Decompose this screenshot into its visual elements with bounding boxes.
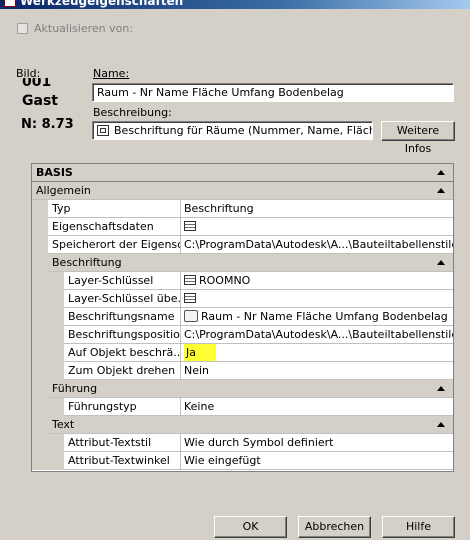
property-grid: BASIS Allgemein Typ Beschriftung Eigensc… — [31, 163, 454, 472]
table-icon[interactable] — [184, 221, 196, 231]
name-label: Name: — [93, 67, 130, 80]
name-input[interactable]: Raum - Nr Name Fläche Umfang Bodenbelag — [92, 83, 454, 102]
title-bar[interactable]: Werkzeugeigenschaften — [0, 0, 470, 9]
collapse-arrow-icon[interactable] — [437, 260, 445, 265]
basis-header-label: BASIS — [36, 166, 73, 179]
collapse-arrow-icon[interactable] — [437, 188, 445, 193]
cancel-button[interactable]: Abbrechen — [298, 516, 371, 538]
ok-button[interactable]: OK — [214, 516, 287, 538]
basis-header[interactable]: BASIS — [32, 164, 453, 182]
preview-area: N: 8.73 — [21, 117, 74, 132]
update-checkbox[interactable] — [17, 23, 28, 34]
category-beschriftung[interactable]: Beschriftung — [32, 254, 453, 272]
window-title: Werkzeugeigenschaften — [20, 0, 184, 8]
property-auf-objekt-beschraenken[interactable]: Auf Objekt beschrä... Ja — [32, 344, 453, 362]
property-layer-schluessel-ueberschreiben[interactable]: Layer-Schlüssel übe... — [32, 290, 453, 308]
property-eigenschaftsdaten[interactable]: Eigenschaftsdaten — [32, 218, 453, 236]
table-icon[interactable] — [184, 293, 196, 303]
preview-name: Gast — [22, 93, 58, 109]
tag-select-icon[interactable] — [184, 310, 198, 322]
category-allgemein[interactable]: Allgemein — [32, 182, 453, 200]
description-label: Beschreibung: — [93, 106, 172, 119]
help-button[interactable]: Hilfe — [382, 516, 455, 538]
property-beschriftungsposition[interactable]: Beschriftungsposition C:\ProgramData\Aut… — [32, 326, 453, 344]
description-text: Beschriftung für Räume (Nummer, Name, Fl… — [114, 124, 372, 137]
collapse-arrow-icon[interactable] — [437, 386, 445, 391]
image-preview: 001 Gast N: 8.73 — [18, 78, 82, 136]
property-attribut-textwinkel[interactable]: Attribut-Textwinkel Wie eingefügt — [32, 452, 453, 470]
property-typ[interactable]: Typ Beschriftung — [32, 200, 453, 218]
property-beschriftungsname[interactable]: Beschriftungsname Raum - Nr Name Fläche … — [32, 308, 453, 326]
table-icon[interactable] — [184, 275, 196, 285]
property-fuehrungstyp[interactable]: Führungstyp Keine — [32, 398, 453, 416]
category-fuehrung[interactable]: Führung — [32, 380, 453, 398]
property-speicherort[interactable]: Speicherort der Eigensc... C:\ProgramDat… — [32, 236, 453, 254]
description-edit-icon[interactable] — [97, 125, 109, 136]
property-zum-objekt-drehen[interactable]: Zum Objekt drehen Nein — [32, 362, 453, 380]
property-layer-schluessel[interactable]: Layer-Schlüssel ROOMNO — [32, 272, 453, 290]
description-input[interactable]: Beschriftung für Räume (Nummer, Name, Fl… — [92, 121, 373, 140]
app-icon — [4, 0, 16, 7]
preview-number: 001 — [22, 78, 52, 90]
more-info-button[interactable]: Weitere Infos — [381, 121, 455, 155]
category-text[interactable]: Text — [32, 416, 453, 434]
collapse-arrow-icon[interactable] — [437, 170, 445, 175]
property-attribut-textstil[interactable]: Attribut-Textstil Wie durch Symbol defin… — [32, 434, 453, 452]
update-label: Aktualisieren von: — [34, 22, 134, 35]
collapse-arrow-icon[interactable] — [437, 422, 445, 427]
